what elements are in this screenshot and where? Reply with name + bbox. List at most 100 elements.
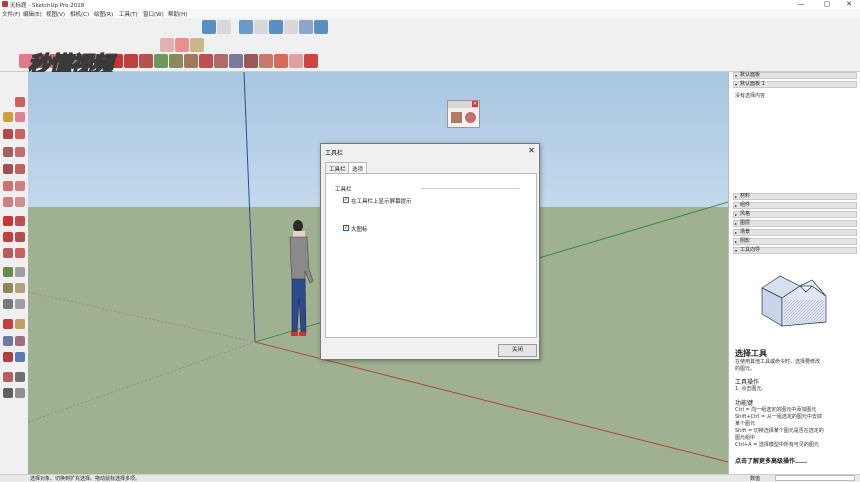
make-component-icon[interactable] [15, 97, 25, 107]
orbit-icon[interactable] [199, 54, 213, 68]
rect-tool-icon[interactable] [3, 147, 13, 157]
warehouse-icon[interactable] [259, 54, 273, 68]
eraser-tool-icon[interactable] [15, 112, 25, 122]
select-arrow-icon[interactable] [4, 54, 18, 68]
front-view-icon[interactable] [239, 20, 253, 34]
section-divider [421, 188, 519, 189]
rotate-tool2-icon[interactable] [3, 232, 13, 242]
tray-components[interactable]: 组件 [733, 202, 857, 209]
pencil-icon[interactable] [3, 129, 13, 139]
iso-view-icon[interactable] [202, 20, 216, 34]
tray-default-panel[interactable]: 默认面板 [733, 72, 857, 79]
sketchup-logo-icon [2, 1, 8, 7]
text-tool-icon[interactable] [15, 283, 25, 293]
arc-3pt-icon[interactable] [15, 181, 25, 191]
paint-tool-icon[interactable] [3, 112, 13, 122]
back-view-icon[interactable] [269, 20, 283, 34]
axes-icon[interactable] [3, 299, 13, 309]
close-window-button[interactable]: ✕ [838, 0, 860, 9]
move-tool-icon[interactable] [3, 216, 13, 226]
screen-tips-checkbox[interactable]: ✓ [343, 197, 349, 203]
look-around-icon[interactable] [15, 372, 25, 382]
circle-icon[interactable] [3, 164, 13, 174]
menu-view[interactable]: 视图(V) [46, 10, 65, 18]
3d-text-icon[interactable] [15, 299, 25, 309]
menu-help[interactable]: 帮助(H) [168, 10, 187, 18]
scale-tool-icon[interactable] [3, 248, 13, 258]
zoom-window-icon[interactable] [15, 336, 25, 346]
tray-scenes[interactable]: 场景 [733, 229, 857, 236]
push-tool-icon[interactable] [15, 216, 25, 226]
shaded-style-icon[interactable] [314, 20, 328, 34]
pan-icon[interactable] [214, 54, 228, 68]
rotate-icon[interactable] [175, 38, 189, 52]
make-group-icon[interactable] [451, 112, 462, 123]
walk-icon[interactable] [3, 388, 13, 398]
instructor-more-link[interactable]: 点击了解更多高级操作…… [735, 456, 807, 465]
screen-tips-label: 在工具栏上显示屏幕提示 [351, 199, 412, 205]
protractor-icon[interactable] [3, 283, 13, 293]
paint-bucket-icon[interactable] [184, 54, 198, 68]
menu-edit[interactable]: 编辑(E) [23, 10, 42, 18]
tape-tool-icon[interactable] [3, 267, 13, 277]
tray-instructor[interactable]: 工具向导 [733, 247, 857, 254]
left-toolset [0, 95, 28, 475]
menu-tools[interactable]: 工具(T) [119, 10, 138, 18]
rotate-tool-icon[interactable] [124, 54, 138, 68]
toolbar-separator [232, 20, 238, 34]
default-tray: 默认面板 默认面板 1 没有选择内容 材料 组件 风格 图层 场景 阴影 工具向… [728, 72, 860, 474]
left-view-icon[interactable] [284, 20, 298, 34]
dialog-close-icon[interactable]: ✕ [528, 146, 535, 155]
floating-toolbar[interactable]: ✕ [447, 100, 480, 128]
xray-style-icon[interactable] [299, 20, 313, 34]
pie-icon[interactable] [190, 38, 204, 52]
arc-2pt-icon[interactable] [3, 181, 13, 191]
floating-toolbar-close-icon[interactable]: ✕ [472, 101, 478, 107]
tray-shadows[interactable]: 阴影 [733, 238, 857, 245]
right-view-icon[interactable] [254, 20, 268, 34]
large-icons-checkbox[interactable]: ✓ [343, 225, 349, 231]
offset-tool-icon[interactable] [15, 248, 25, 258]
tape-measure-icon[interactable] [154, 54, 168, 68]
arc-icon[interactable] [160, 38, 174, 52]
text-icon[interactable] [169, 54, 183, 68]
menu-camera[interactable]: 相机(C) [70, 10, 89, 18]
previous-view-icon[interactable] [15, 352, 25, 362]
rotated-rect-icon[interactable] [15, 147, 25, 157]
dialog-close-button[interactable]: 关闭 [498, 344, 537, 357]
arc-center-icon[interactable] [15, 197, 25, 207]
extension-icon[interactable] [289, 54, 303, 68]
instructor-desc-line2: 的图元。 [735, 366, 756, 372]
zoom-icon[interactable] [229, 54, 243, 68]
tray-materials[interactable]: 材料 [733, 193, 857, 200]
select-tool-icon[interactable] [3, 97, 13, 107]
dimension-icon[interactable] [15, 267, 25, 277]
extension-warehouse-icon[interactable] [304, 54, 318, 68]
section-label: 工具栏 [335, 187, 352, 193]
menu-draw[interactable]: 绘图(R) [94, 10, 113, 18]
menu-window[interactable]: 窗口(W) [143, 10, 164, 18]
tray-styles[interactable]: 风格 [733, 211, 857, 218]
minimize-button[interactable]: — [790, 0, 812, 9]
zoom-extents-icon[interactable] [244, 54, 258, 68]
follow-me-icon[interactable] [15, 232, 25, 242]
section-plane-icon[interactable] [15, 388, 25, 398]
top-view-icon[interactable] [217, 20, 231, 34]
share-model-icon[interactable] [274, 54, 288, 68]
tray-layers[interactable]: 图层 [733, 220, 857, 227]
position-camera-icon[interactable] [3, 372, 13, 382]
polygon-icon[interactable] [15, 164, 25, 174]
maximize-button[interactable]: ▢ [816, 0, 838, 9]
component-icon[interactable] [465, 112, 476, 123]
menu-file[interactable]: 文件(F) [2, 10, 20, 18]
instructor-key-2: Shift+Ctrl = 从一组选定的图元中去掉 [735, 414, 822, 420]
orbit-tool-icon[interactable] [3, 319, 13, 329]
pan-tool-icon[interactable] [15, 319, 25, 329]
freehand-icon[interactable] [15, 129, 25, 139]
scale-icon[interactable] [139, 54, 153, 68]
pie-tool-icon[interactable] [3, 197, 13, 207]
tray-default-panel-1[interactable]: 默认面板 1 [733, 81, 857, 88]
zoom-tool-icon[interactable] [3, 336, 13, 346]
zoom-extents-tool-icon[interactable] [3, 352, 13, 362]
measurements-input[interactable] [775, 475, 855, 481]
